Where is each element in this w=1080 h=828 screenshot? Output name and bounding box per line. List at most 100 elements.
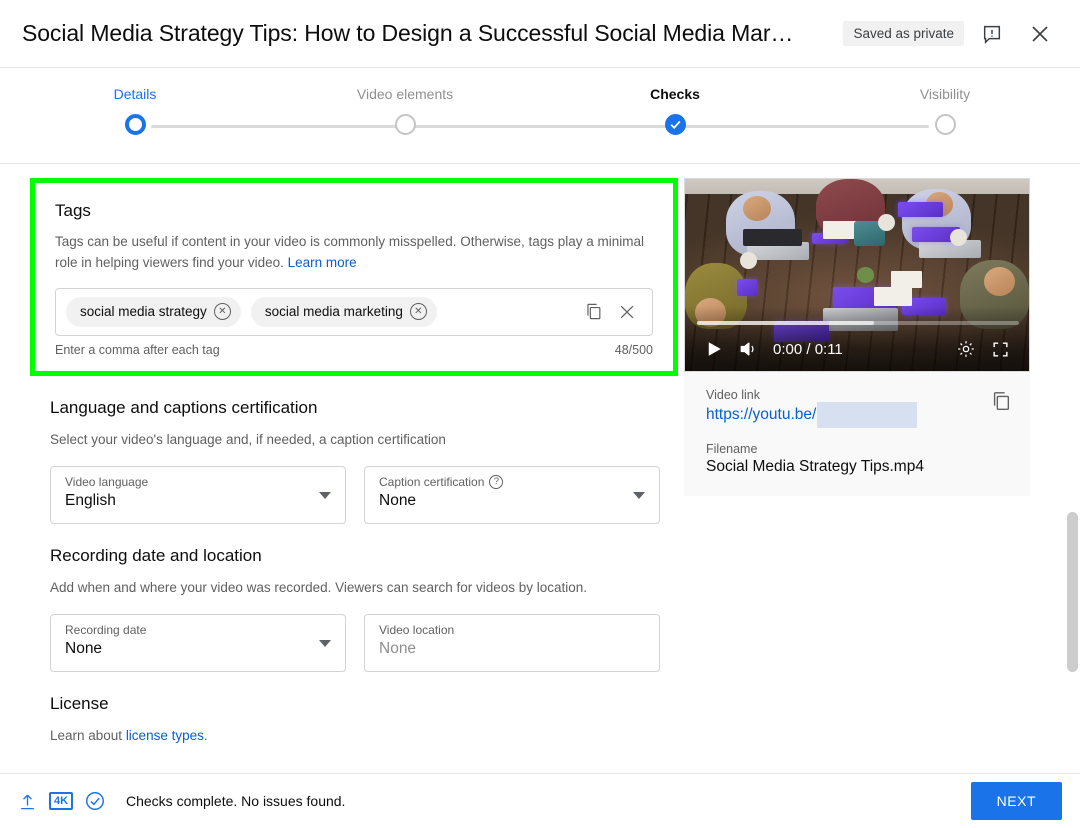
video-preview-panel: 0:00 / 0:11 Video link https://youtu.be/… [684, 178, 1030, 496]
filename-label: Filename [706, 442, 758, 456]
video-location-input[interactable]: Video location None [364, 613, 660, 672]
recording-fields-row: Recording date None Video location None [50, 613, 660, 672]
caption-certification-value: None [379, 491, 417, 509]
clear-icon[interactable] [610, 295, 644, 329]
quality-badge-4k: 4K [44, 786, 78, 816]
settings-gear-icon[interactable] [949, 332, 983, 366]
tags-heading: Tags [55, 201, 91, 220]
license-types-link[interactable]: license types [126, 728, 204, 743]
volume-icon[interactable] [731, 332, 765, 366]
tags-footer: Enter a comma after each tag 48/500 [55, 343, 653, 357]
tag-chip: social media strategy ✕ [66, 296, 241, 327]
thumbnail-laptop [918, 240, 981, 258]
video-location-value: None [379, 639, 417, 657]
video-id-redacted [817, 402, 918, 428]
caption-certification-select[interactable]: Caption certification ? None [364, 465, 660, 524]
stepper-dots [0, 114, 1080, 135]
video-metadata-panel: Video link https://youtu.be/ Filename So… [684, 372, 1030, 496]
dialog-body: Tags Tags can be useful if content in yo… [0, 165, 1080, 773]
language-section: Language and captions certification Sele… [50, 398, 660, 524]
video-time: 0:00 / 0:11 [773, 340, 843, 358]
video-location-label: Video location [379, 622, 455, 637]
tags-learn-more-link[interactable]: Learn more [288, 255, 357, 270]
license-description: Learn about license types. [50, 726, 640, 747]
filename-value: Social Media Strategy Tips.mp4 [706, 458, 924, 475]
step-label-video-elements[interactable]: Video elements [270, 86, 540, 102]
upload-icon [10, 786, 44, 816]
step-label-checks[interactable]: Checks [540, 86, 810, 102]
step-dot-visibility[interactable] [934, 114, 956, 135]
help-icon[interactable]: ? [489, 474, 504, 489]
video-language-label: Video language [65, 474, 149, 489]
language-description: Select your video's language and, if nee… [50, 431, 446, 447]
chevron-down-icon [633, 491, 645, 499]
tags-input-field[interactable]: social media strategy ✕ social media mar… [55, 287, 653, 336]
thumbnail-notebook [874, 286, 913, 306]
tag-chip-label: social media strategy [80, 304, 207, 320]
stepper-labels: Details Video elements Checks Visibility [0, 86, 1080, 102]
language-fields-row: Video language English Caption certifica… [50, 465, 660, 524]
step-label-visibility[interactable]: Visibility [810, 86, 1080, 102]
metadata-spacer [706, 428, 1014, 442]
step-dot-wrap-checks [540, 114, 810, 135]
video-progress-bar[interactable] [697, 321, 1019, 325]
license-text-prefix: Learn about [50, 727, 126, 743]
thumbnail-notebook [891, 271, 923, 289]
details-form: Tags Tags can be useful if content in yo… [0, 165, 680, 747]
play-icon[interactable] [697, 332, 731, 366]
recording-heading: Recording date and location [50, 545, 262, 565]
step-label-details[interactable]: Details [0, 86, 270, 102]
tag-remove-icon[interactable]: ✕ [213, 303, 231, 321]
check-circle-icon [78, 786, 112, 816]
tag-remove-icon[interactable]: ✕ [409, 303, 427, 321]
tags-hint: Enter a comma after each tag [55, 342, 220, 357]
step-dot-video-elements[interactable] [394, 114, 416, 135]
fullscreen-icon[interactable] [983, 332, 1017, 366]
step-dot-wrap-visibility [810, 114, 1080, 135]
page-title: Social Media Strategy Tips: How to Desig… [22, 20, 794, 46]
next-button[interactable]: NEXT [970, 782, 1062, 820]
tag-chip: social media marketing ✕ [250, 296, 437, 327]
scrollbar-track[interactable] [1067, 167, 1078, 771]
thumbnail-tablet-screen [898, 202, 943, 218]
copy-icon[interactable] [576, 295, 610, 329]
thumbnail-phone-screen [736, 278, 758, 297]
chevron-down-icon [319, 491, 331, 499]
scrollbar-thumb[interactable] [1067, 512, 1078, 672]
video-link-text: https://youtu.be/ [706, 406, 817, 423]
recording-date-label: Recording date [65, 622, 147, 637]
caption-certification-label: Caption certification ? [379, 474, 625, 489]
checkmark-icon [670, 120, 680, 130]
chevron-down-icon [319, 639, 331, 647]
thumbnail-notebook [822, 221, 857, 239]
language-heading: Language and captions certification [50, 397, 318, 417]
checks-status-text: Checks complete. No issues found. [126, 793, 346, 809]
video-link-value[interactable]: https://youtu.be/ [706, 402, 1014, 428]
step-dot-wrap-details [0, 114, 270, 135]
video-controls: 0:00 / 0:11 [685, 327, 1029, 371]
recording-section: Recording date and location Add when and… [50, 546, 660, 672]
copy-link-icon[interactable] [990, 390, 1012, 417]
video-player[interactable]: 0:00 / 0:11 [684, 178, 1030, 372]
thumbnail-plant [857, 267, 875, 283]
tags-description: Tags can be useful if content in your vi… [55, 232, 645, 274]
video-language-value: English [65, 491, 116, 509]
feedback-icon[interactable] [972, 14, 1012, 54]
thumbnail-mug [877, 213, 895, 231]
license-heading: License [50, 693, 109, 713]
tag-chip-label: social media marketing [264, 304, 403, 320]
video-link-label: Video link [706, 388, 760, 402]
thumbnail-laptop-screen [743, 228, 802, 247]
step-dot-details[interactable] [124, 114, 146, 135]
upload-dialog: Social Media Strategy Tips: How to Desig… [0, 0, 1080, 828]
recording-date-select[interactable]: Recording date None [50, 613, 346, 672]
dialog-header: Social Media Strategy Tips: How to Desig… [0, 0, 1080, 68]
video-language-select[interactable]: Video language English [50, 465, 346, 524]
dialog-footer: 4K Checks complete. No issues found. NEX… [0, 773, 1080, 828]
caption-certification-label-text: Caption certification [379, 474, 485, 489]
status-badge: Saved as private [843, 21, 964, 46]
close-icon[interactable] [1020, 14, 1060, 54]
license-section: License Learn about license types. [50, 694, 660, 747]
step-dot-checks[interactable] [664, 114, 686, 135]
tags-section-highlight: Tags Tags can be useful if content in yo… [30, 178, 678, 376]
